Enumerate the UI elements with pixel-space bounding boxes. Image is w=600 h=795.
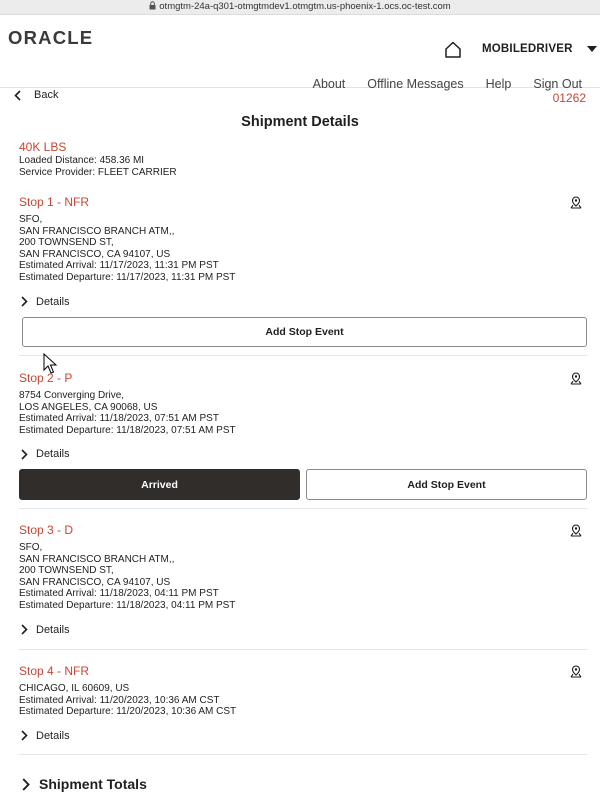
details-toggle[interactable]: Details bbox=[19, 624, 588, 636]
stop-line: Estimated Arrival: 11/18/2023, 07:51 AM … bbox=[19, 413, 219, 425]
home-icon[interactable] bbox=[444, 41, 462, 58]
map-pin-icon[interactable] bbox=[570, 524, 582, 537]
details-label: Details bbox=[36, 448, 70, 461]
stop-title: Stop 3 - D bbox=[19, 523, 74, 537]
map-pin-icon[interactable] bbox=[570, 372, 582, 385]
stop-line: SAN FRANCISCO, CA 94107, US bbox=[19, 576, 171, 588]
add-stop-event-button[interactable]: Add Stop Event bbox=[306, 469, 587, 500]
caret-down-icon bbox=[586, 46, 597, 52]
loaded-distance: Loaded Distance: 458.36 MI bbox=[19, 155, 145, 166]
oracle-logo: ORACLE bbox=[8, 27, 94, 48]
details-toggle[interactable]: Details bbox=[19, 296, 588, 308]
mouse-cursor-icon bbox=[43, 353, 58, 374]
divider bbox=[19, 355, 588, 356]
chevron-right-icon bbox=[21, 624, 28, 635]
stop-line: 200 TOWNSEND ST, bbox=[19, 565, 114, 577]
map-pin-icon[interactable] bbox=[570, 196, 582, 209]
stop-line: Estimated Departure: 11/18/2023, 04:11 P… bbox=[19, 599, 236, 611]
chevron-right-icon bbox=[21, 449, 28, 460]
stop-line: Estimated Departure: 11/20/2023, 10:36 A… bbox=[19, 706, 237, 718]
page-title: Shipment Details bbox=[241, 114, 359, 130]
details-toggle[interactable]: Details bbox=[19, 448, 588, 460]
stop-line: SFO, bbox=[19, 214, 43, 225]
stop-line: Estimated Departure: 11/17/2023, 11:31 P… bbox=[19, 271, 236, 283]
service-provider: Service Provider: FLEET CARRIER bbox=[19, 166, 177, 178]
user-menu[interactable]: MOBILEDRIVER bbox=[482, 43, 597, 55]
arrived-button[interactable]: Arrived bbox=[19, 469, 300, 500]
stop-line: 8754 Converging Drive, bbox=[19, 390, 125, 401]
stop-address: 8754 Converging Drive, LOS ANGELES, CA 9… bbox=[19, 390, 588, 436]
chevron-right-icon bbox=[21, 296, 28, 307]
divider bbox=[19, 754, 588, 755]
nav-offline-messages[interactable]: Offline Messages bbox=[367, 77, 463, 91]
chevron-right-icon bbox=[22, 777, 30, 791]
stop-title: Stop 4 - NFR bbox=[19, 664, 90, 678]
chevron-left-icon bbox=[14, 89, 21, 101]
stop-line: 200 TOWNSEND ST, bbox=[19, 237, 114, 249]
divider bbox=[19, 649, 588, 650]
stop-line: SAN FRANCISCO BRANCH ATM,, bbox=[19, 553, 175, 565]
details-toggle[interactable]: Details bbox=[19, 730, 588, 742]
nav-sign-out[interactable]: Sign Out bbox=[533, 77, 582, 91]
divider bbox=[19, 508, 588, 509]
details-label: Details bbox=[36, 623, 70, 636]
details-label: Details bbox=[36, 729, 70, 742]
stop-line: Estimated Arrival: 11/20/2023, 10:36 AM … bbox=[19, 694, 220, 706]
stop-card-3: Stop 3 - D SFO, SAN FRANCISCO BRANCH ATM… bbox=[19, 523, 588, 636]
stop-address: CHICAGO, IL 60609, US Estimated Arrival:… bbox=[19, 683, 588, 718]
stop-title: Stop 1 - NFR bbox=[19, 195, 90, 209]
stop-line: Estimated Arrival: 11/17/2023, 11:31 PM … bbox=[19, 260, 219, 272]
stop-address: SFO, SAN FRANCISCO BRANCH ATM,, 200 TOWN… bbox=[19, 542, 588, 612]
nav-help[interactable]: Help bbox=[486, 77, 512, 91]
lock-icon bbox=[149, 1, 156, 10]
stop-line: Estimated Arrival: 11/18/2023, 04:11 PM … bbox=[19, 588, 219, 600]
stop-line: LOS ANGELES, CA 90068, US bbox=[19, 401, 158, 413]
stop-address: SFO, SAN FRANCISCO BRANCH ATM,, 200 TOWN… bbox=[19, 214, 588, 284]
stop-card-1: Stop 1 - NFR SFO, SAN FRANCISCO BRANCH A… bbox=[19, 195, 588, 308]
add-stop-event-button[interactable]: Add Stop Event bbox=[22, 317, 587, 347]
details-label: Details bbox=[36, 295, 70, 308]
shipment-id: 01262 bbox=[552, 91, 586, 105]
stop-line: Estimated Departure: 11/18/2023, 07:51 A… bbox=[19, 424, 236, 436]
app-header: ORACLE MOBILEDRIVER About Offline Messag… bbox=[0, 15, 600, 91]
back-button[interactable]: Back bbox=[14, 89, 58, 101]
back-label: Back bbox=[34, 89, 59, 101]
map-pin-icon[interactable] bbox=[570, 665, 582, 678]
chevron-right-icon bbox=[21, 730, 28, 741]
stop-title: Stop 2 - P bbox=[19, 371, 73, 385]
stop-line: SAN FRANCISCO BRANCH ATM,, bbox=[19, 225, 175, 237]
shipment-totals-label: Shipment Totals bbox=[39, 776, 147, 792]
stop-card-4: Stop 4 - NFR CHICAGO, IL 60609, US Estim… bbox=[19, 664, 588, 742]
user-name: MOBILEDRIVER bbox=[482, 43, 573, 55]
stop-card-2: Stop 2 - P 8754 Converging Drive, LOS AN… bbox=[19, 371, 588, 460]
stop-line: CHICAGO, IL 60609, US bbox=[19, 683, 130, 694]
browser-url-bar[interactable]: otmgtm-24a-q301-otmgtmdev1.otmgtm.us-pho… bbox=[0, 0, 600, 15]
stop-line: SFO, bbox=[19, 542, 43, 553]
shipment-totals-toggle[interactable]: Shipment Totals bbox=[19, 776, 147, 792]
top-navigation: About Offline Messages Help Sign Out bbox=[313, 77, 582, 91]
stop-line: SAN FRANCISCO, CA 94107, US bbox=[19, 248, 171, 260]
url-text: otmgtm-24a-q301-otmgtmdev1.otmgtm.us-pho… bbox=[159, 1, 451, 12]
shipment-weight: 40K LBS bbox=[19, 140, 67, 154]
nav-about[interactable]: About bbox=[313, 77, 346, 91]
shipment-summary: 40K LBS Loaded Distance: 458.36 MI Servi… bbox=[19, 140, 177, 179]
